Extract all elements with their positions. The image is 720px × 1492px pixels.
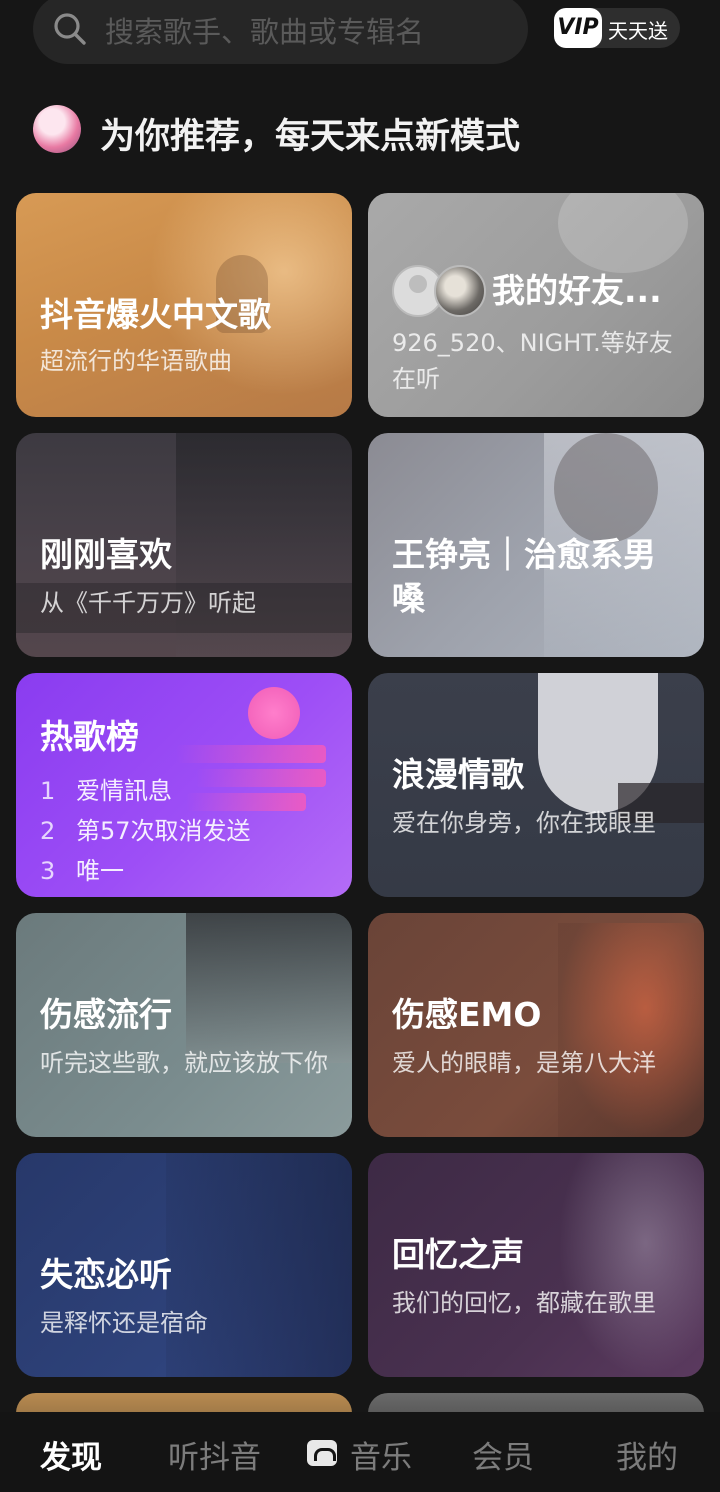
- nav-vip[interactable]: 会员: [472, 1432, 534, 1477]
- card-subtitle: 超流行的华语歌曲: [40, 347, 232, 375]
- nav-listen-douyin[interactable]: 听抖音: [168, 1432, 261, 1477]
- card-memories[interactable]: 回忆之声 我们的回忆，都藏在歌里: [368, 1153, 704, 1377]
- recommend-title: 为你推荐，每天来点新模式: [100, 117, 521, 157]
- card-title: 伤感EMO: [392, 995, 542, 1034]
- card-romantic-love[interactable]: 浪漫情歌 爱在你身旁，你在我眼里: [368, 673, 704, 897]
- bottom-nav: 发现 听抖音 音乐 会员 我的: [0, 1412, 720, 1492]
- card-friends[interactable]: 我的好友... 926_520、NIGHT.等好友在听: [368, 193, 704, 417]
- chart-song: 第57次取消发送: [76, 817, 251, 845]
- friend-avatar-icon: [434, 265, 486, 317]
- card-subtitle: 爱在你身旁，你在我眼里: [392, 809, 656, 837]
- vip-label: 天天送: [608, 19, 668, 43]
- card-title: 回忆之声: [392, 1235, 524, 1274]
- card-subtitle: 926_520、NIGHT.等好友在听: [392, 329, 673, 393]
- music-icon: [307, 1440, 337, 1466]
- chart-song: 唯一: [76, 857, 124, 885]
- card-subtitle: 从《千千万万》听起: [40, 589, 256, 617]
- card-title: 热歌榜: [40, 717, 139, 756]
- chart-rank: 2: [40, 817, 56, 845]
- card-douyin-hits[interactable]: 抖音爆火中文歌 超流行的华语歌曲: [16, 193, 352, 417]
- chart-rank: 1: [40, 777, 56, 805]
- card-subtitle: 我们的回忆，都藏在歌里: [392, 1289, 656, 1317]
- vip-entry[interactable]: VIP 天天送: [554, 8, 680, 48]
- chart-rank: 3: [40, 857, 56, 885]
- card-heartbreak[interactable]: 失恋必听 是释怀还是宿命: [16, 1153, 352, 1377]
- nav-music[interactable]: 音乐: [350, 1432, 412, 1477]
- nav-discover[interactable]: 发现: [40, 1432, 102, 1477]
- nav-mine[interactable]: 我的: [616, 1432, 678, 1477]
- card-title: 失恋必听: [40, 1255, 172, 1294]
- search-input[interactable]: 搜索歌手、歌曲或专辑名: [105, 9, 424, 51]
- chart-song: 爱情訊息: [76, 777, 172, 805]
- card-title: 刚刚喜欢: [40, 535, 172, 574]
- card-title: 王铮亮｜治愈系男嗓: [392, 535, 656, 618]
- search-bar[interactable]: 搜索歌手、歌曲或专辑名: [33, 0, 528, 64]
- chart-decoration: [196, 769, 326, 787]
- card-wang-zhengliang[interactable]: 王铮亮｜治愈系男嗓: [368, 433, 704, 657]
- card-title: 伤感流行: [40, 995, 172, 1034]
- chart-row[interactable]: 3 唯一: [40, 851, 124, 886]
- card-sad-emo[interactable]: 伤感EMO 爱人的眼睛，是第八大洋: [368, 913, 704, 1137]
- chart-row[interactable]: 1 爱情訊息: [40, 771, 172, 806]
- card-hot-chart[interactable]: 热歌榜 1 爱情訊息 2 第57次取消发送 3 唯一: [16, 673, 352, 897]
- chart-decoration: [176, 745, 326, 763]
- recommend-avatar: [33, 105, 81, 153]
- card-subtitle: 是释怀还是宿命: [40, 1309, 208, 1337]
- search-icon: [54, 13, 86, 45]
- card-just-liked[interactable]: 刚刚喜欢 从《千千万万》听起: [16, 433, 352, 657]
- vip-badge: VIP: [554, 8, 602, 48]
- card-subtitle: 听完这些歌，就应该放下你: [40, 1049, 328, 1077]
- card-title: 我的好友...: [492, 271, 662, 310]
- card-sad-pop[interactable]: 伤感流行 听完这些歌，就应该放下你: [16, 913, 352, 1137]
- card-subtitle: 爱人的眼睛，是第八大洋: [392, 1049, 656, 1077]
- chart-decoration: [186, 793, 306, 811]
- chart-row[interactable]: 2 第57次取消发送: [40, 811, 251, 846]
- card-title: 抖音爆火中文歌: [40, 295, 271, 334]
- card-title: 浪漫情歌: [392, 755, 524, 794]
